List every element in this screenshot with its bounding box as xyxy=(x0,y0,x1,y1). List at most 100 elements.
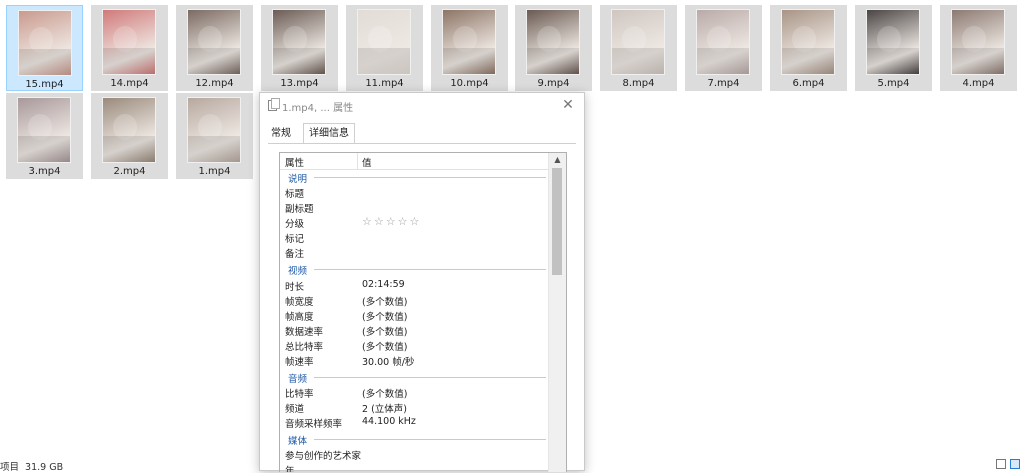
file-item[interactable]: 4.mp4 xyxy=(940,5,1017,91)
tab-details[interactable]: 详细信息 xyxy=(303,123,355,144)
property-value[interactable]: 30.00 帧/秒 xyxy=(362,354,414,368)
thumbnail-shade xyxy=(612,48,664,74)
property-value[interactable]: 44.100 kHz xyxy=(362,416,416,427)
property-row[interactable]: 数据速率 (多个数值) xyxy=(285,324,546,338)
column-header-property[interactable]: 属性 xyxy=(285,155,304,169)
file-item[interactable]: 6.mp4 xyxy=(770,5,847,91)
property-value[interactable]: (多个数值) xyxy=(362,324,407,338)
video-thumbnail[interactable] xyxy=(442,9,496,75)
file-name[interactable]: 9.mp4 xyxy=(515,78,592,89)
file-name[interactable]: 14.mp4 xyxy=(91,78,168,89)
property-name: 备注 xyxy=(285,249,305,260)
video-thumbnail[interactable] xyxy=(781,9,835,75)
file-item[interactable]: 13.mp4 xyxy=(261,5,338,91)
property-row[interactable]: 分级 ☆☆☆☆☆ xyxy=(285,215,546,230)
details-view-icon[interactable] xyxy=(996,459,1006,469)
file-name[interactable]: 3.mp4 xyxy=(6,166,83,177)
file-item[interactable]: 3.mp4 xyxy=(6,93,83,179)
column-header-value[interactable]: 值 xyxy=(362,155,372,169)
property-value[interactable]: (多个数值) xyxy=(362,309,407,323)
property-name: 标记 xyxy=(285,234,305,245)
video-thumbnail[interactable] xyxy=(102,9,156,75)
file-name[interactable]: 2.mp4 xyxy=(91,166,168,177)
file-name[interactable]: 15.mp4 xyxy=(7,79,82,90)
thumbnail-shade xyxy=(19,49,71,75)
property-value[interactable]: (多个数值) xyxy=(362,339,407,353)
section-divider xyxy=(314,177,546,178)
property-row[interactable]: 帧速率 30.00 帧/秒 xyxy=(285,354,546,368)
section-description: 说明 xyxy=(288,171,546,185)
file-name[interactable]: 4.mp4 xyxy=(940,78,1017,89)
file-item[interactable]: 15.mp4 xyxy=(6,5,83,91)
video-thumbnail[interactable] xyxy=(17,97,71,163)
property-row[interactable]: 比特率 (多个数值) xyxy=(285,386,546,400)
tab-general[interactable]: 常规 xyxy=(266,125,296,142)
file-name[interactable]: 11.mp4 xyxy=(346,78,423,89)
thumbnail-shade xyxy=(867,48,919,74)
video-thumbnail[interactable] xyxy=(866,9,920,75)
file-item[interactable]: 1.mp4 xyxy=(176,93,253,179)
property-name: 分级 xyxy=(285,219,305,230)
property-row[interactable]: 总比特率 (多个数值) xyxy=(285,339,546,353)
file-item[interactable]: 7.mp4 xyxy=(685,5,762,91)
thumbnail-shade xyxy=(782,48,834,74)
file-name[interactable]: 10.mp4 xyxy=(431,78,508,89)
scrollbar-thumb[interactable] xyxy=(552,168,562,275)
property-name: 音频采样频率 xyxy=(285,419,343,430)
property-row[interactable]: 标记 xyxy=(285,231,546,245)
property-row[interactable]: 帧高度 (多个数值) xyxy=(285,309,546,323)
thumbnail-shade xyxy=(188,136,240,162)
property-list-header: 属性 值 xyxy=(280,153,548,170)
file-item[interactable]: 11.mp4 xyxy=(346,5,423,91)
property-row[interactable]: 备注 xyxy=(285,246,546,260)
rating-stars[interactable]: ☆☆☆☆☆ xyxy=(362,215,421,228)
property-row[interactable]: 副标题 xyxy=(285,201,546,215)
property-row[interactable]: 音频采样频率 44.100 kHz xyxy=(285,416,546,430)
file-name[interactable]: 12.mp4 xyxy=(176,78,253,89)
property-value[interactable]: (多个数值) xyxy=(362,386,407,400)
property-row[interactable]: 频道 2 (立体声) xyxy=(285,401,546,415)
section-divider xyxy=(314,439,546,440)
video-thumbnail[interactable] xyxy=(526,9,580,75)
thumbnail-shade xyxy=(103,48,155,74)
vertical-scrollbar[interactable]: ▲ xyxy=(548,153,566,472)
property-value[interactable]: (多个数值) xyxy=(362,294,407,308)
video-thumbnail[interactable] xyxy=(18,10,72,76)
video-thumbnail[interactable] xyxy=(187,97,241,163)
file-name[interactable]: 1.mp4 xyxy=(176,166,253,177)
property-row[interactable]: 帧宽度 (多个数值) xyxy=(285,294,546,308)
video-thumbnail[interactable] xyxy=(357,9,411,75)
file-name[interactable]: 5.mp4 xyxy=(855,78,932,89)
video-thumbnail[interactable] xyxy=(611,9,665,75)
file-item[interactable]: 5.mp4 xyxy=(855,5,932,91)
property-value[interactable]: 2 (立体声) xyxy=(362,401,407,415)
file-item[interactable]: 2.mp4 xyxy=(91,93,168,179)
scroll-up-arrow-icon[interactable]: ▲ xyxy=(549,153,566,167)
file-name[interactable]: 13.mp4 xyxy=(261,78,338,89)
property-row[interactable]: 参与创作的艺术家 xyxy=(285,448,546,462)
property-name: 总比特率 xyxy=(285,342,324,353)
property-row[interactable]: 标题 xyxy=(285,186,546,200)
file-name[interactable]: 6.mp4 xyxy=(770,78,847,89)
property-row[interactable]: 时长 02:14:59 xyxy=(285,279,546,293)
file-item[interactable]: 10.mp4 xyxy=(431,5,508,91)
close-button[interactable]: ✕ xyxy=(558,95,578,115)
video-thumbnail[interactable] xyxy=(696,9,750,75)
video-thumbnail[interactable] xyxy=(272,9,326,75)
file-item[interactable]: 8.mp4 xyxy=(600,5,677,91)
property-value[interactable]: 02:14:59 xyxy=(362,279,405,290)
section-divider xyxy=(314,269,546,270)
video-thumbnail[interactable] xyxy=(187,9,241,75)
file-name[interactable]: 7.mp4 xyxy=(685,78,762,89)
file-name[interactable]: 8.mp4 xyxy=(600,78,677,89)
dialog-titlebar[interactable]: 1.mp4, ... 属性 ✕ xyxy=(260,93,584,119)
file-item[interactable]: 12.mp4 xyxy=(176,5,253,91)
thumbnail-shade xyxy=(697,48,749,74)
video-thumbnail[interactable] xyxy=(102,97,156,163)
video-thumbnail[interactable] xyxy=(951,9,1005,75)
file-item[interactable]: 14.mp4 xyxy=(91,5,168,91)
large-icons-view-icon[interactable] xyxy=(1010,459,1020,469)
column-divider[interactable] xyxy=(357,153,358,169)
section-title: 说明 xyxy=(288,174,308,185)
file-item[interactable]: 9.mp4 xyxy=(515,5,592,91)
